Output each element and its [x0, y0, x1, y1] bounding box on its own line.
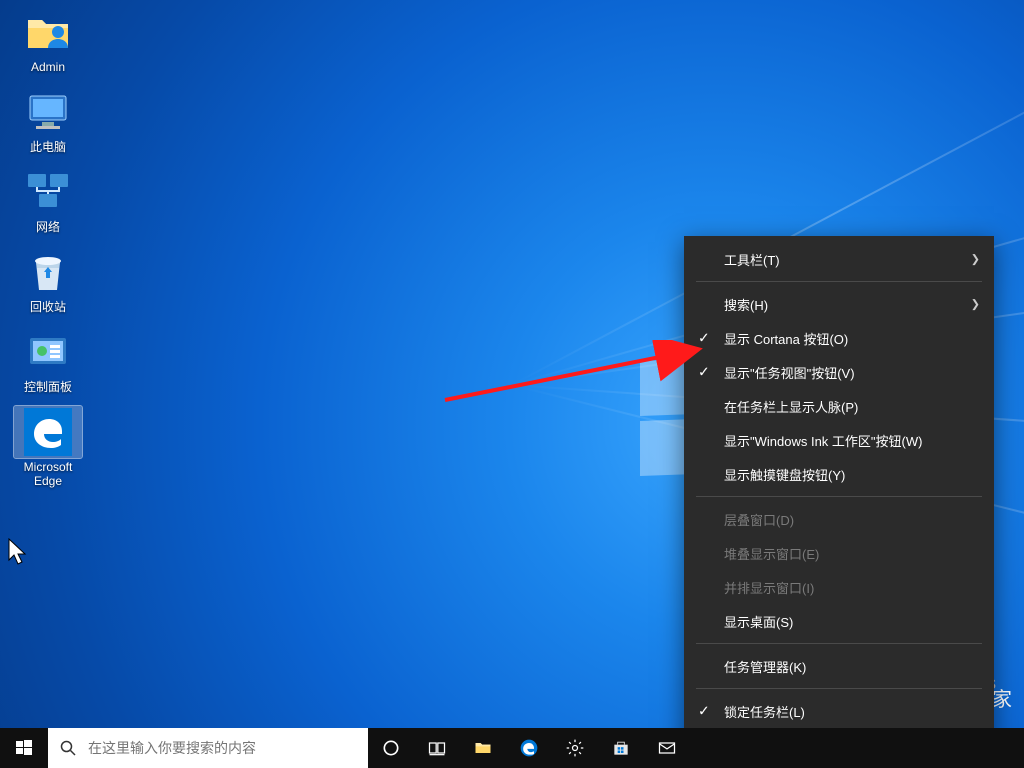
context-menu-item[interactable]: 在任务栏上显示人脉(P)	[684, 389, 994, 423]
context-menu-item[interactable]: ✓ 显示 Cortana 按钮(O)	[684, 321, 994, 355]
menu-item-label: 任务管理器(K)	[724, 657, 806, 676]
desktop-icon-network[interactable]: 网络	[10, 166, 86, 234]
settings-taskbar-button[interactable]	[552, 728, 598, 768]
context-menu-item[interactable]: 显示"Windows Ink 工作区"按钮(W)	[684, 423, 994, 457]
menu-item-label: 显示触摸键盘按钮(Y)	[724, 465, 845, 484]
windows-logo-icon	[16, 740, 32, 756]
taskbar-search[interactable]	[48, 728, 368, 768]
context-menu-item[interactable]: ✓ 锁定任务栏(L)	[684, 694, 994, 728]
menu-item-label: 锁定任务栏(L)	[724, 702, 805, 721]
taskbar-context-menu: 工具栏(T) ❯ 搜索(H) ❯ ✓ 显示 Cortana 按钮(O) ✓ 显示"任务视图"按…	[684, 236, 994, 768]
context-menu-item[interactable]: 任务管理器(K)	[684, 649, 994, 683]
menu-item-label: 工具栏(T)	[724, 250, 780, 269]
recycle-bin-icon	[24, 248, 72, 296]
desktop-icon-label: 网络	[36, 220, 60, 234]
menu-separator	[696, 643, 982, 644]
edge-icon	[519, 738, 539, 758]
desktop-icons: Admin 此电脑 网络 回收站 控制面板	[10, 6, 86, 488]
mouse-cursor-icon	[8, 538, 28, 566]
menu-item-label: 显示"任务视图"按钮(V)	[724, 363, 855, 382]
edge-icon	[24, 408, 72, 456]
check-icon: ✓	[698, 364, 710, 381]
menu-item-label: 并排显示窗口(I)	[724, 578, 814, 597]
check-icon: ✓	[698, 330, 710, 347]
chevron-right-icon: ❯	[971, 298, 980, 311]
chevron-right-icon: ❯	[971, 253, 980, 266]
network-icon	[24, 168, 72, 216]
context-menu-item: 并排显示窗口(I)	[684, 570, 994, 604]
mail-taskbar-button[interactable]	[644, 728, 690, 768]
desktop-icon-edge[interactable]: Microsoft Edge	[10, 406, 86, 488]
search-input[interactable]	[88, 728, 368, 768]
cortana-icon	[381, 738, 401, 758]
menu-item-label: 在任务栏上显示人脉(P)	[724, 397, 858, 416]
desktop[interactable]: Admin 此电脑 网络 回收站 控制面板	[0, 0, 1024, 768]
desktop-icon-recycle-bin[interactable]: 回收站	[10, 246, 86, 314]
menu-item-label: 层叠窗口(D)	[724, 510, 794, 529]
menu-separator	[696, 688, 982, 689]
gear-icon	[565, 738, 585, 758]
desktop-icon-user-folder[interactable]: Admin	[10, 6, 86, 74]
desktop-icon-label: 此电脑	[30, 140, 66, 154]
context-menu-item: 堆叠显示窗口(E)	[684, 536, 994, 570]
desktop-icon-label: Microsoft Edge	[10, 460, 86, 488]
context-menu-item[interactable]: ✓ 显示"任务视图"按钮(V)	[684, 355, 994, 389]
context-menu-item[interactable]: 搜索(H) ❯	[684, 287, 994, 321]
menu-item-label: 搜索(H)	[724, 295, 768, 314]
menu-item-label: 显示桌面(S)	[724, 612, 793, 631]
mail-icon	[657, 738, 677, 758]
taskbar[interactable]	[0, 728, 1024, 768]
menu-separator	[696, 496, 982, 497]
this-pc-icon	[24, 88, 72, 136]
menu-separator	[696, 281, 982, 282]
task-view-button[interactable]	[414, 728, 460, 768]
folder-user-icon	[24, 8, 72, 56]
context-menu-item[interactable]: 显示触摸键盘按钮(Y)	[684, 457, 994, 491]
file-explorer-button[interactable]	[460, 728, 506, 768]
folder-icon	[473, 738, 493, 758]
edge-taskbar-button[interactable]	[506, 728, 552, 768]
desktop-icon-this-pc[interactable]: 此电脑	[10, 86, 86, 154]
check-icon: ✓	[698, 703, 710, 720]
store-icon	[611, 738, 631, 758]
search-icon	[48, 740, 88, 756]
menu-item-label: 显示 Cortana 按钮(O)	[724, 329, 848, 348]
menu-item-label: 堆叠显示窗口(E)	[724, 544, 819, 563]
store-taskbar-button[interactable]	[598, 728, 644, 768]
task-view-icon	[427, 738, 447, 758]
context-menu-item: 层叠窗口(D)	[684, 502, 994, 536]
desktop-icon-label: Admin	[31, 60, 65, 74]
control-panel-icon	[24, 328, 72, 376]
desktop-icon-label: 控制面板	[24, 380, 72, 394]
desktop-icon-label: 回收站	[30, 300, 66, 314]
start-button[interactable]	[0, 728, 48, 768]
menu-item-label: 显示"Windows Ink 工作区"按钮(W)	[724, 431, 922, 450]
context-menu-item[interactable]: 显示桌面(S)	[684, 604, 994, 638]
cortana-button[interactable]	[368, 728, 414, 768]
desktop-icon-control-panel[interactable]: 控制面板	[10, 326, 86, 394]
context-menu-item[interactable]: 工具栏(T) ❯	[684, 242, 994, 276]
